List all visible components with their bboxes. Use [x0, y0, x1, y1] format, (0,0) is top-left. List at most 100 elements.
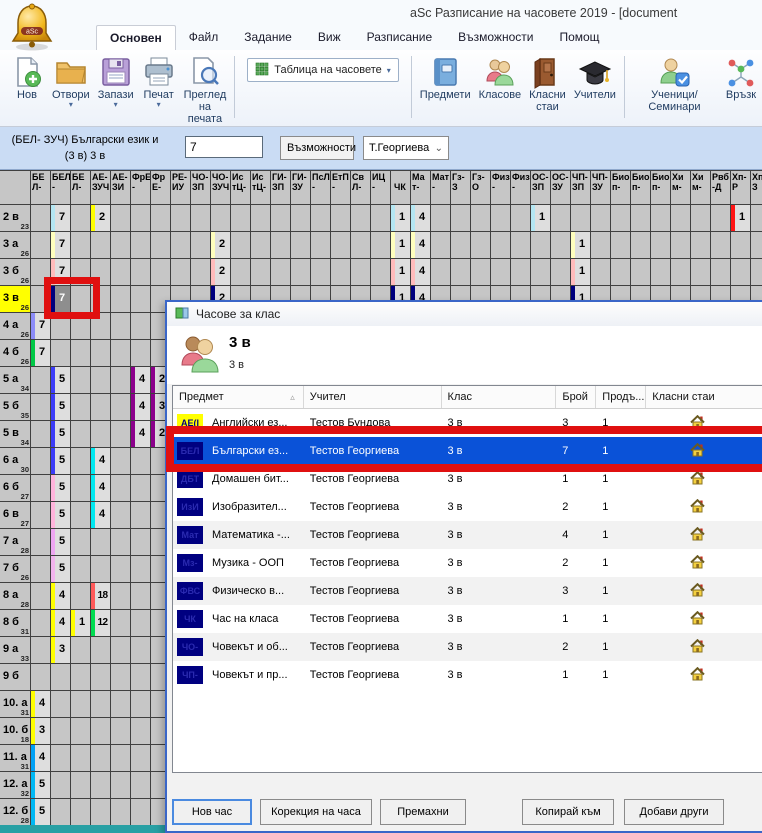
grid-cell[interactable]: [91, 556, 111, 583]
menu-tab-Файл[interactable]: Файл: [176, 25, 232, 50]
grid-cell[interactable]: [231, 259, 251, 286]
grid-cell[interactable]: 3: [31, 718, 51, 745]
edit-lesson-button[interactable]: Корекция на часа: [260, 799, 372, 825]
grid-cell[interactable]: [311, 205, 331, 232]
grid-cell[interactable]: [491, 259, 511, 286]
lesson-row[interactable]: Мз-Музика - ООПТестов Георгиева3 в21: [173, 549, 762, 577]
grid-column-header[interactable]: ЧП-ЗП: [571, 171, 591, 205]
grid-row-label[interactable]: 3 б26: [0, 259, 31, 286]
grid-column-header[interactable]: ЧК: [391, 171, 411, 205]
grid-cell[interactable]: [31, 475, 51, 502]
grid-row-label[interactable]: 12. б28: [0, 799, 31, 825]
grid-cell[interactable]: [31, 556, 51, 583]
menu-tab-Задание[interactable]: Задание: [231, 25, 305, 50]
grid-cell[interactable]: 7: [31, 340, 51, 367]
grid-cell[interactable]: [91, 718, 111, 745]
new-lesson-button[interactable]: Нов час: [172, 799, 252, 825]
grid-cell[interactable]: [371, 232, 391, 259]
grid-row-label[interactable]: 6 б27: [0, 475, 31, 502]
grid-cell[interactable]: [111, 421, 131, 448]
menu-tab-Основен[interactable]: Основен: [96, 25, 176, 50]
ribbon-button-printer[interactable]: Печат▾: [138, 55, 180, 109]
grid-cell[interactable]: 1: [731, 205, 751, 232]
grid-cell[interactable]: [111, 799, 131, 825]
lesson-row[interactable]: ЧО-Човекът и об...Тестов Георгиева3 в21: [173, 633, 762, 661]
grid-cell[interactable]: [91, 340, 111, 367]
grid-column-header[interactable]: ИстЦ-: [251, 171, 271, 205]
grid-row-label[interactable]: 11. а31: [0, 745, 31, 772]
column-header-class[interactable]: Клас: [442, 386, 557, 408]
grid-cell[interactable]: [111, 286, 131, 313]
grid-cell[interactable]: [151, 205, 171, 232]
grid-cell[interactable]: [671, 232, 691, 259]
grid-cell[interactable]: [471, 259, 491, 286]
grid-cell[interactable]: [111, 664, 131, 691]
grid-cell[interactable]: [71, 556, 91, 583]
grid-cell[interactable]: [71, 691, 91, 718]
grid-cell[interactable]: [31, 529, 51, 556]
grid-cell[interactable]: [451, 205, 471, 232]
lesson-row[interactable]: ЧКЧас на класаТестов Георгиева3 в11: [173, 605, 762, 633]
grid-cell[interactable]: [111, 691, 131, 718]
column-header-subject[interactable]: Предмет▵: [173, 386, 304, 408]
grid-cell[interactable]: 4: [51, 583, 71, 610]
grid-cell[interactable]: [451, 259, 471, 286]
grid-cell[interactable]: 4: [131, 394, 151, 421]
lesson-row[interactable]: ЧП-Човекът и пр...Тестов Георгиева3 в11: [173, 661, 762, 689]
grid-column-header[interactable]: ОС-ЗП: [531, 171, 551, 205]
grid-cell[interactable]: [511, 259, 531, 286]
grid-cell[interactable]: [371, 259, 391, 286]
grid-column-header[interactable]: РЕ-ИУ: [171, 171, 191, 205]
grid-cell[interactable]: [51, 799, 71, 825]
ribbon-button-preview[interactable]: Преглед на печата: [180, 55, 231, 125]
grid-cell[interactable]: [471, 205, 491, 232]
grid-cell[interactable]: 5: [51, 502, 71, 529]
grid-cell[interactable]: [131, 313, 151, 340]
grid-cell[interactable]: [351, 259, 371, 286]
grid-row-label[interactable]: 5 а34: [0, 367, 31, 394]
grid-column-header[interactable]: ОС-ЗУ: [551, 171, 571, 205]
grid-cell[interactable]: [111, 745, 131, 772]
grid-cell[interactable]: [351, 205, 371, 232]
grid-row-label[interactable]: 3 в26: [0, 286, 31, 313]
grid-cell[interactable]: [91, 232, 111, 259]
grid-cell[interactable]: [191, 205, 211, 232]
grid-cell[interactable]: [111, 448, 131, 475]
menu-tab-Помощ[interactable]: Помощ: [546, 25, 612, 50]
grid-cell[interactable]: [31, 637, 51, 664]
grid-cell[interactable]: [131, 340, 151, 367]
grid-column-header[interactable]: Мат-: [431, 171, 451, 205]
grid-cell[interactable]: [471, 232, 491, 259]
grid-column-header[interactable]: Гз-З: [451, 171, 471, 205]
grid-cell[interactable]: [731, 232, 751, 259]
grid-cell[interactable]: [31, 367, 51, 394]
grid-cell[interactable]: [71, 502, 91, 529]
grid-cell[interactable]: [71, 583, 91, 610]
grid-cell[interactable]: [71, 664, 91, 691]
grid-row-label[interactable]: 7 б26: [0, 556, 31, 583]
grid-cell[interactable]: [571, 205, 591, 232]
grid-cell[interactable]: [31, 664, 51, 691]
grid-cell[interactable]: [71, 340, 91, 367]
grid-cell[interactable]: [71, 718, 91, 745]
grid-row-label[interactable]: 5 б35: [0, 394, 31, 421]
grid-cell[interactable]: [71, 799, 91, 825]
grid-cell[interactable]: [91, 691, 111, 718]
grid-cell[interactable]: [191, 232, 211, 259]
grid-cell[interactable]: [71, 205, 91, 232]
ribbon-button-links[interactable]: Връзк: [720, 55, 762, 101]
grid-cell[interactable]: 5: [51, 421, 71, 448]
app-logo-bell-icon[interactable]: aSc: [6, 2, 58, 52]
grid-cell[interactable]: [591, 232, 611, 259]
grid-cell[interactable]: [31, 448, 51, 475]
grid-cell[interactable]: [31, 583, 51, 610]
grid-cell[interactable]: [171, 259, 191, 286]
grid-cell[interactable]: 5: [51, 529, 71, 556]
grid-cell[interactable]: 1: [391, 232, 411, 259]
grid-cell[interactable]: [251, 259, 271, 286]
grid-cell[interactable]: [91, 745, 111, 772]
grid-cell[interactable]: [91, 637, 111, 664]
grid-cell[interactable]: 4: [411, 232, 431, 259]
column-header-count[interactable]: Брой: [556, 386, 596, 408]
grid-cell[interactable]: [111, 340, 131, 367]
